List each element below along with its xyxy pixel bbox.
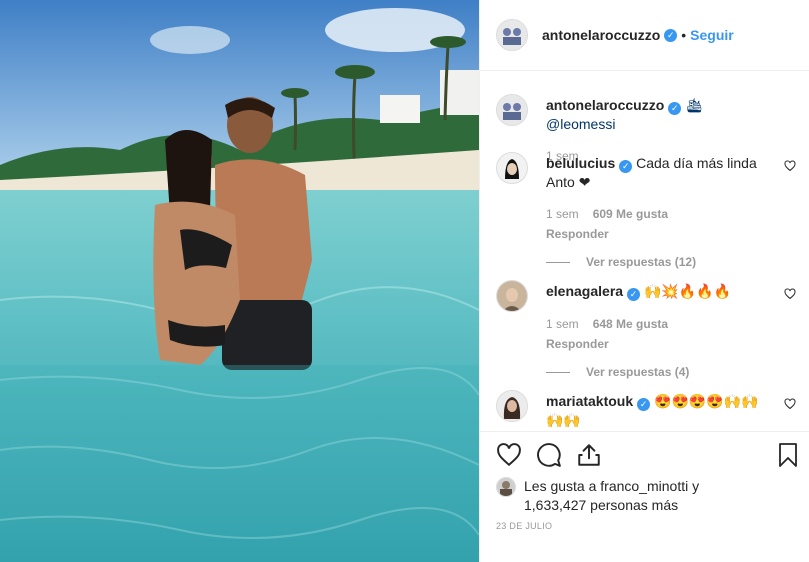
comment-username[interactable]: mariataktouk (546, 393, 633, 409)
view-replies-label: Ver respuestas (12) (586, 255, 697, 269)
post-actions: Les gusta a franco_minotti y 1,633,427 p… (480, 431, 809, 562)
verified-badge-icon: ✓ (637, 398, 651, 411)
divider-line (546, 371, 570, 373)
action-icons (496, 442, 602, 468)
post-side-panel: antonelaroccuzzo ✓ • Seguir antonelarocc… (479, 0, 809, 562)
comment-time[interactable]: 1 sem (546, 207, 579, 221)
view-replies-button[interactable]: Ver respuestas (12) (546, 253, 776, 271)
like-comment-heart-icon[interactable] (784, 398, 796, 410)
reply-button[interactable]: Responder (546, 225, 776, 243)
caption-username[interactable]: antonelaroccuzzo (546, 97, 664, 113)
verified-badge-icon: ✓ (668, 102, 682, 115)
post-header: antonelaroccuzzo ✓ • Seguir (480, 0, 809, 71)
follow-button[interactable]: Seguir (690, 27, 734, 43)
avatar[interactable] (496, 390, 528, 422)
instagram-post-modal: antonelaroccuzzo ✓ • Seguir antonelarocc… (0, 0, 809, 562)
comment-meta: 1 sem 648 Me gusta (546, 315, 776, 333)
verified-badge-icon: ✓ (664, 28, 678, 42)
profile-picture-icon (497, 95, 527, 125)
profile-picture-icon (497, 281, 527, 311)
divider-line (546, 261, 570, 263)
comment-likes[interactable]: 609 Me gusta (593, 207, 668, 221)
like-comment-heart-icon[interactable] (784, 288, 796, 300)
avatar[interactable] (496, 94, 528, 126)
comments-list[interactable]: antonelaroccuzzo ✓ 🛳 @leomessi 1 sem belu… (480, 72, 809, 431)
heart-icon[interactable] (496, 442, 522, 468)
verified-badge-icon: ✓ (619, 160, 633, 173)
reply-button[interactable]: Responder (546, 335, 776, 353)
comment-username[interactable]: belulucius (546, 155, 615, 171)
avatar (496, 477, 516, 497)
view-replies-button[interactable]: Ver respuestas (4) (546, 363, 776, 381)
comment-text: 🙌💥🔥🔥🔥 (643, 283, 732, 299)
like-comment-heart-icon[interactable] (784, 160, 796, 172)
verified-badge-icon: ✓ (627, 288, 641, 301)
profile-picture-icon (497, 478, 515, 496)
comment-username[interactable]: elenagalera (546, 283, 623, 299)
post-date[interactable]: 23 DE JULIO (496, 521, 552, 531)
avatar[interactable] (496, 152, 528, 184)
beach-photo-illustration (0, 0, 479, 562)
avatar[interactable] (496, 280, 528, 312)
comment-time[interactable]: 1 sem (546, 317, 579, 331)
likes-line-1: Les gusta a franco_minotti y (524, 478, 700, 494)
likes-line-2: 1,633,427 personas más (524, 497, 679, 513)
likes-summary[interactable]: Les gusta a franco_minotti y 1,633,427 p… (496, 477, 699, 515)
bookmark-icon[interactable] (776, 442, 800, 468)
share-icon[interactable] (576, 442, 602, 468)
author-username[interactable]: antonelaroccuzzo (542, 27, 660, 43)
avatar[interactable] (496, 19, 528, 51)
profile-picture-icon (497, 391, 527, 421)
profile-picture-icon (497, 153, 527, 183)
view-replies-label: Ver respuestas (4) (586, 365, 690, 379)
profile-picture-icon (497, 20, 527, 50)
comment-likes[interactable]: 648 Me gusta (593, 317, 668, 331)
comment-meta: 1 sem 609 Me gusta (546, 205, 776, 223)
post-photo[interactable] (0, 0, 479, 562)
comment-icon[interactable] (536, 442, 562, 468)
separator-dot: • (681, 27, 687, 43)
